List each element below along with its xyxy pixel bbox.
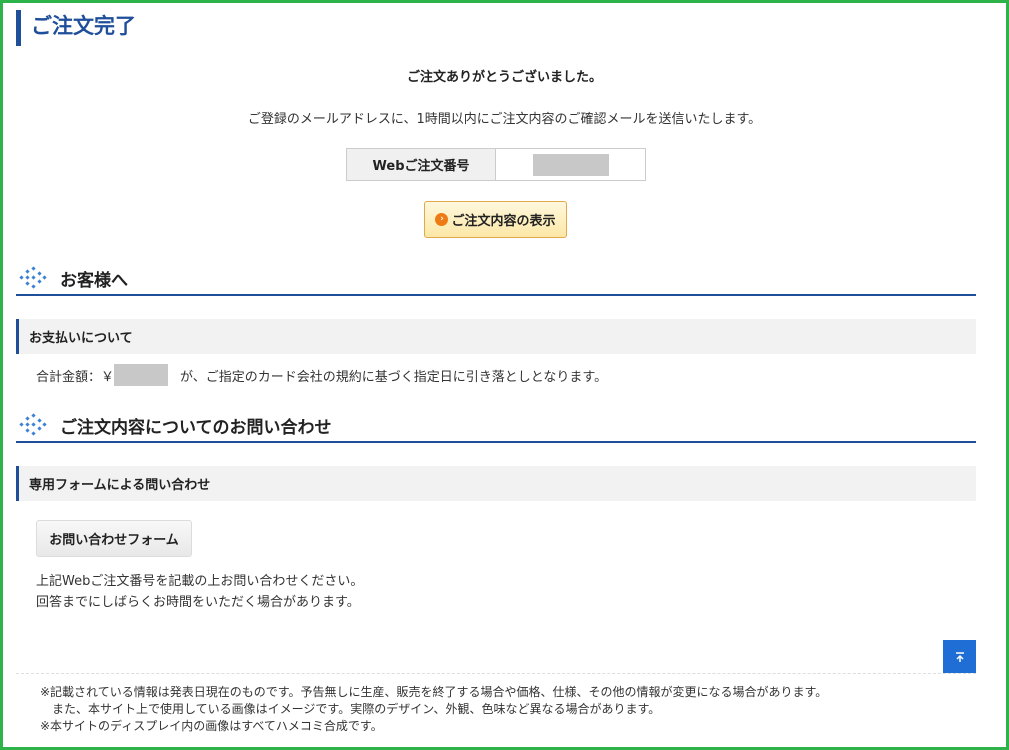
form-inquiry-subheading: 専用フォームによる問い合わせ	[16, 466, 976, 501]
masked-total-amount	[114, 364, 169, 386]
arrow-up-icon	[955, 651, 964, 662]
section-inquiry: ご注文内容についてのお問い合わせ	[16, 409, 976, 443]
arrow-circle-icon: ›	[435, 213, 449, 226]
total-prefix: 合計金額：￥	[36, 369, 115, 385]
inquiry-note-1: 上記Webご注文番号を記載の上お問い合わせください。	[36, 574, 364, 589]
total-suffix: が、ご指定のカード会社の規約に基づく指定日に引き落としとなります。	[180, 369, 608, 385]
payment-subheading: お支払いについて	[16, 319, 976, 354]
inquiry-form-button[interactable]: お問い合わせフォーム	[36, 520, 192, 557]
order-number-label: Webご注文番号	[347, 149, 496, 180]
footer-note-3: ※本サイトのディスプレイ内の画像はすべてハメコミ合成です。	[40, 719, 383, 733]
thanks-message: ご注文ありがとうございました。	[406, 70, 602, 85]
footer-note-1: ※記載されている情報は発表日現在のものです。予告無しに生産、販売を終了する場合や…	[40, 685, 828, 699]
diamond-dots-icon	[19, 413, 47, 436]
order-number-table: Webご注文番号	[346, 148, 646, 181]
email-notice: ご登録のメールアドレスに、1時間以内にご注文内容のご確認メールを送信いたします。	[247, 112, 762, 127]
payment-total-line: 合計金額：￥ が、ご指定のカード会社の規約に基づく指定日に引き落としとなります。	[36, 364, 607, 386]
order-number-value	[496, 149, 645, 180]
section-customer-title: お客様へ	[60, 270, 128, 291]
section-inquiry-title: ご注文内容についてのお問い合わせ	[60, 417, 332, 438]
inquiry-note-2: 回答までにしばらくお時間をいただく場合があります。	[36, 595, 360, 610]
page-title: ご注文完了	[16, 10, 136, 46]
masked-order-number	[532, 153, 609, 176]
footer-note-2: また、本サイト上で使用している画像はイメージです。実際のデザイン、外観、色味など…	[40, 702, 661, 716]
show-order-details-label: ご注文内容の表示	[451, 214, 556, 229]
page-top-button[interactable]	[943, 640, 976, 673]
diamond-dots-icon	[19, 266, 47, 289]
section-customer: お客様へ	[16, 262, 976, 296]
show-order-details-button[interactable]: › ご注文内容の表示	[424, 201, 567, 238]
footer-divider	[16, 673, 976, 674]
